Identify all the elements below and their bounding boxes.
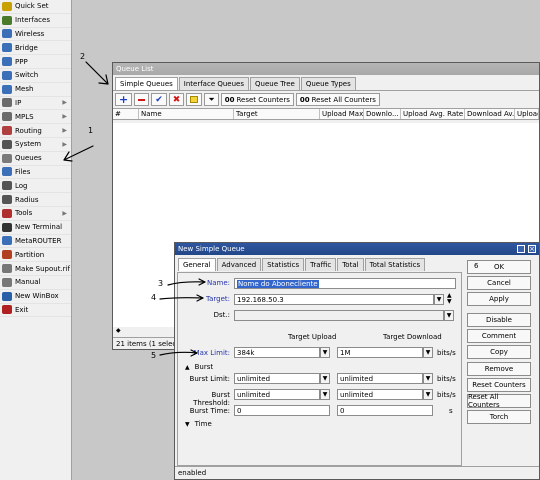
annotation-1: 1 bbox=[88, 126, 94, 135]
annotation-6: 6 bbox=[474, 262, 479, 270]
annotation-arrows bbox=[63, 61, 206, 357]
annotation-3: 3 bbox=[158, 279, 164, 288]
arrow-5 bbox=[159, 351, 198, 356]
annotation-2: 2 bbox=[80, 52, 86, 61]
annotation-5: 5 bbox=[151, 351, 157, 360]
arrow-2 bbox=[85, 61, 109, 85]
arrow-4 bbox=[159, 297, 204, 300]
annotation-4: 4 bbox=[151, 293, 157, 302]
